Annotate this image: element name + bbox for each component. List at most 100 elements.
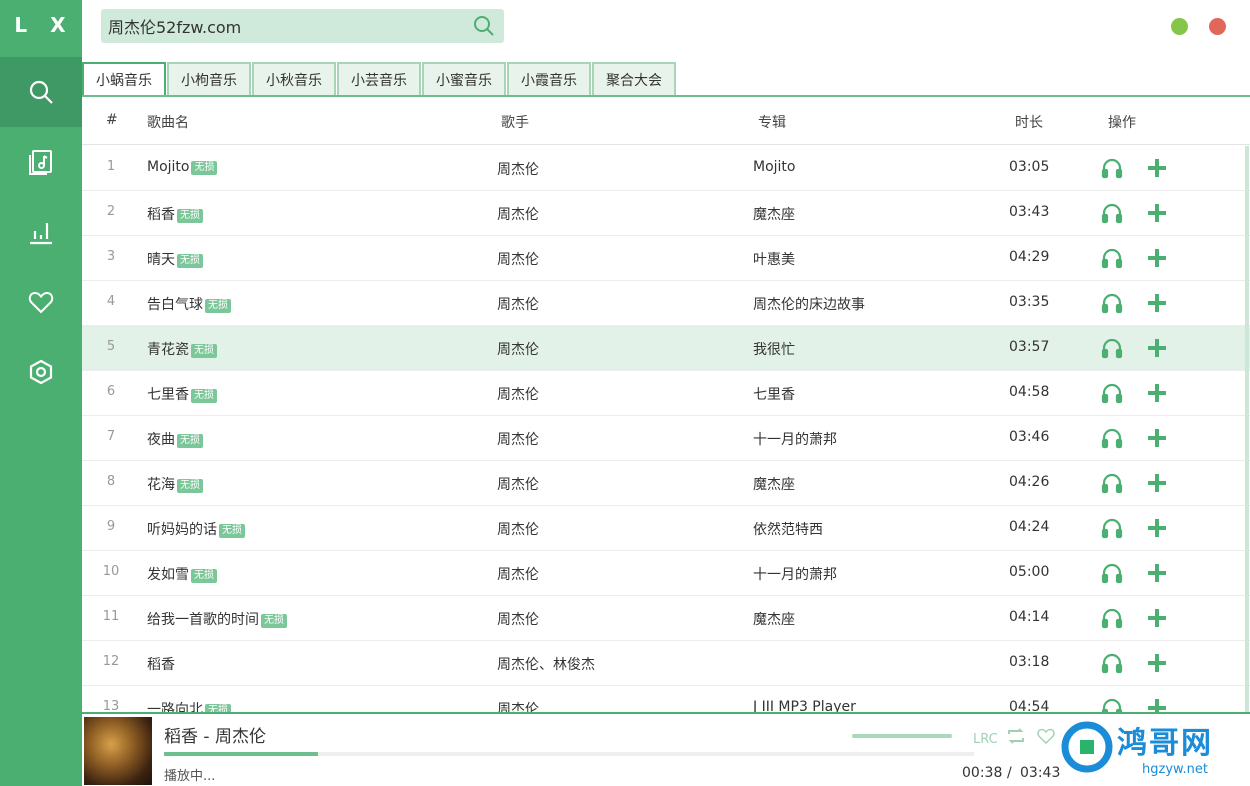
singer-name[interactable]: 周杰伦	[497, 384, 539, 404]
source-tabs: 小蜗音乐 小枸音乐 小秋音乐 小芸音乐 小蜜音乐 小霞音乐 聚合大会	[82, 62, 677, 96]
table-row[interactable]: 7 夜曲 无损 周杰伦 十一月的萧邦 03:46	[82, 416, 1250, 461]
table-row[interactable]: 13 一路向北 无损 周杰伦 J III MP3 Player 04:54	[82, 686, 1250, 712]
table-row[interactable]: 10 发如雪 无损 周杰伦 十一月的萧邦 05:00	[82, 551, 1250, 596]
search-button[interactable]	[464, 9, 504, 43]
album-name[interactable]: 魔杰座	[753, 474, 795, 494]
lyrics-button[interactable]: LRC	[972, 726, 998, 748]
album-name[interactable]: Mojito	[753, 159, 795, 175]
table-row[interactable]: 5 青花瓷 无损 周杰伦 我很忙 03:57	[82, 326, 1250, 371]
sidebar-item-search[interactable]	[0, 57, 82, 127]
table-row[interactable]: 3 晴天 无损 周杰伦 叶惠美 04:29	[82, 236, 1250, 281]
sidebar-item-playlist[interactable]	[0, 127, 82, 197]
song-title: 告白气球	[147, 297, 203, 313]
singer-name[interactable]: 周杰伦	[497, 519, 539, 539]
sidebar-item-favorites[interactable]	[0, 267, 82, 337]
table-row[interactable]: 11 给我一首歌的时间 无损 周杰伦 魔杰座 04:14	[82, 596, 1250, 641]
album-name[interactable]: 七里香	[753, 384, 795, 404]
tab-source[interactable]: 小蜗音乐	[82, 62, 166, 96]
listen-icon[interactable]	[1101, 607, 1123, 633]
scrollbar[interactable]	[1245, 146, 1249, 712]
album-name[interactable]: 周杰伦的床边故事	[753, 294, 865, 314]
album-name[interactable]: 魔杰座	[753, 204, 795, 224]
listen-icon[interactable]	[1101, 472, 1123, 498]
listen-icon[interactable]	[1101, 652, 1123, 678]
tab-source[interactable]: 小芸音乐	[337, 62, 421, 96]
singer-name[interactable]: 周杰伦	[497, 204, 539, 224]
listen-icon[interactable]	[1101, 562, 1123, 588]
singer-name[interactable]: 周杰伦	[497, 429, 539, 449]
listen-icon[interactable]	[1101, 247, 1123, 273]
sidebar-item-settings[interactable]	[0, 337, 82, 407]
song-title: Mojito	[147, 159, 190, 175]
add-icon[interactable]	[1146, 607, 1168, 633]
add-icon[interactable]	[1146, 202, 1168, 228]
singer-name[interactable]: 周杰伦	[497, 564, 539, 584]
listen-icon[interactable]	[1101, 157, 1123, 183]
add-icon[interactable]	[1146, 652, 1168, 678]
table-row[interactable]: 8 花海 无损 周杰伦 魔杰座 04:26	[82, 461, 1250, 506]
listen-icon[interactable]	[1101, 517, 1123, 543]
add-icon[interactable]	[1146, 472, 1168, 498]
listen-icon[interactable]	[1101, 697, 1123, 712]
listen-icon[interactable]	[1101, 202, 1123, 228]
duration: 03:18	[1009, 654, 1050, 670]
album-name[interactable]: 叶惠美	[753, 249, 795, 269]
singer-name[interactable]: 周杰伦	[497, 249, 539, 269]
listen-icon[interactable]	[1101, 382, 1123, 408]
song-title: 听妈妈的话	[147, 522, 217, 538]
repeat-icon[interactable]	[1006, 726, 1026, 746]
progress-bar[interactable]	[164, 752, 974, 756]
table-row[interactable]: 2 稻香 无损 周杰伦 魔杰座 03:43	[82, 191, 1250, 236]
search-input[interactable]	[101, 9, 464, 43]
close-button[interactable]	[1209, 18, 1226, 35]
table-row[interactable]: 4 告白气球 无损 周杰伦 周杰伦的床边故事 03:35	[82, 281, 1250, 326]
add-icon[interactable]	[1146, 292, 1168, 318]
singer-name[interactable]: 周杰伦	[497, 474, 539, 494]
album-name[interactable]: 十一月的萧邦	[753, 429, 837, 449]
tab-source[interactable]: 聚合大会	[592, 62, 676, 96]
album-cover[interactable]	[84, 717, 152, 785]
song-name: 给我一首歌的时间 无损	[147, 609, 287, 629]
album-name[interactable]: 依然范特西	[753, 519, 823, 539]
settings-icon	[29, 359, 53, 385]
tab-source[interactable]: 小霞音乐	[507, 62, 591, 96]
add-icon[interactable]	[1146, 382, 1168, 408]
row-number: 7	[106, 429, 116, 444]
song-name: 稻香 无损	[147, 204, 203, 224]
add-icon[interactable]	[1146, 562, 1168, 588]
add-icon[interactable]	[1146, 697, 1168, 712]
table-row[interactable]: 12 稻香 周杰伦、林俊杰 03:18	[82, 641, 1250, 686]
add-icon[interactable]	[1146, 427, 1168, 453]
minimize-button[interactable]	[1171, 18, 1188, 35]
lossless-badge: 无损	[177, 254, 203, 268]
add-icon[interactable]	[1146, 247, 1168, 273]
table-row[interactable]: 1 Mojito 无损 周杰伦 Mojito 03:05	[82, 146, 1250, 191]
singer-name[interactable]: 周杰伦、林俊杰	[497, 654, 595, 674]
table-row[interactable]: 6 七里香 无损 周杰伦 七里香 04:58	[82, 371, 1250, 416]
sidebar-item-leaderboard[interactable]	[0, 197, 82, 267]
album-name[interactable]: 十一月的萧邦	[753, 564, 837, 584]
add-icon[interactable]	[1146, 337, 1168, 363]
table-row[interactable]: 9 听妈妈的话 无损 周杰伦 依然范特西 04:24	[82, 506, 1250, 551]
singer-name[interactable]: 周杰伦	[497, 159, 539, 179]
watermark-logo-icon	[1061, 721, 1113, 773]
add-icon[interactable]	[1146, 517, 1168, 543]
heart-icon[interactable]	[1036, 726, 1056, 746]
album-name[interactable]: 我很忙	[753, 339, 795, 359]
singer-name[interactable]: 周杰伦	[497, 339, 539, 359]
tab-source[interactable]: 小蜜音乐	[422, 62, 506, 96]
listen-icon[interactable]	[1101, 292, 1123, 318]
row-number: 12	[102, 654, 120, 669]
add-icon[interactable]	[1146, 157, 1168, 183]
listen-icon[interactable]	[1101, 337, 1123, 363]
singer-name[interactable]: 周杰伦	[497, 699, 539, 712]
album-name[interactable]: 魔杰座	[753, 609, 795, 629]
singer-name[interactable]: 周杰伦	[497, 294, 539, 314]
singer-name[interactable]: 周杰伦	[497, 609, 539, 629]
listen-icon[interactable]	[1101, 427, 1123, 453]
tab-source[interactable]: 小枸音乐	[167, 62, 251, 96]
tab-source[interactable]: 小秋音乐	[252, 62, 336, 96]
album-name[interactable]: J III MP3 Player	[753, 699, 856, 712]
song-title: 花海	[147, 477, 175, 493]
volume-slider[interactable]	[852, 734, 952, 738]
